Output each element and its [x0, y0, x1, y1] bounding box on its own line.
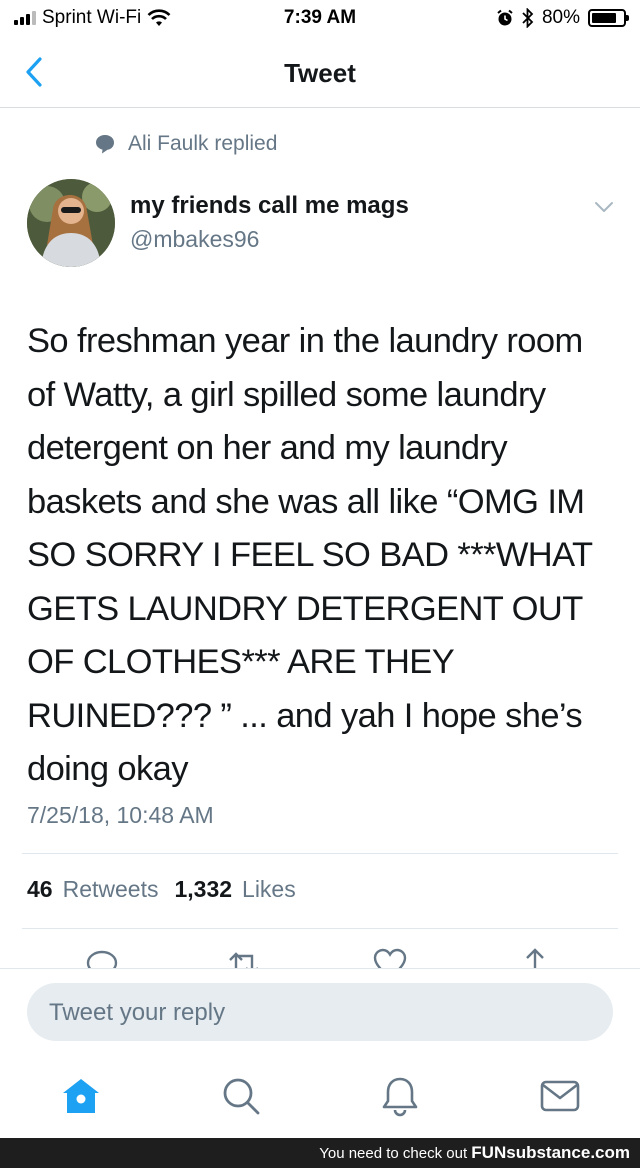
watermark-prefix: You need to check out — [319, 1145, 468, 1162]
author-name[interactable]: my friends call me mags — [130, 192, 409, 220]
battery-fill — [592, 13, 616, 23]
divider — [22, 928, 618, 929]
reply-input-placeholder[interactable]: Tweet your reply — [49, 999, 225, 1027]
share-icon[interactable] — [517, 946, 553, 968]
status-right: 80% — [496, 7, 629, 29]
reply-context: Ali Faulk replied — [94, 132, 277, 156]
avatar[interactable] — [27, 179, 115, 267]
home-icon[interactable] — [59, 1074, 103, 1118]
nav-bar: Tweet — [0, 36, 640, 108]
heart-icon[interactable] — [372, 946, 408, 968]
tweet-text: So freshman year in the laundry room of … — [27, 322, 593, 788]
mail-icon[interactable] — [538, 1074, 582, 1118]
divider — [22, 853, 618, 854]
speech-bubble-icon — [96, 135, 114, 154]
author-handle[interactable]: @mbakes96 — [130, 226, 259, 253]
watermark-banner: You need to check out FUNsubstance.com — [0, 1138, 640, 1168]
tweet-stats: 46 Retweets 1,332 Likes — [27, 876, 302, 903]
action-row — [0, 940, 640, 968]
status-bar: Sprint Wi-Fi 7:39 AM 80% — [0, 0, 640, 36]
likes-label[interactable]: Likes — [242, 876, 296, 903]
reply-icon[interactable] — [84, 946, 120, 968]
watermark-brand: FUNsubstance.com — [471, 1143, 630, 1162]
replied-label[interactable]: Ali Faulk replied — [128, 132, 277, 156]
retweet-icon[interactable] — [226, 946, 262, 968]
battery-percent: 80% — [541, 7, 580, 28]
bluetooth-icon — [522, 8, 534, 28]
search-icon[interactable] — [219, 1074, 263, 1118]
chevron-down-icon[interactable] — [594, 200, 614, 214]
battery-icon — [588, 9, 629, 27]
retweets-count[interactable]: 46 — [27, 876, 53, 903]
avatar-photo — [27, 179, 115, 267]
reply-box[interactable]: Tweet your reply — [27, 983, 613, 1041]
divider — [0, 968, 640, 969]
alarm-icon — [497, 9, 513, 26]
page-title: Tweet — [284, 58, 356, 88]
likes-count[interactable]: 1,332 — [174, 876, 232, 903]
retweets-label[interactable]: Retweets — [63, 876, 159, 903]
tab-bar — [0, 1062, 640, 1138]
bell-icon[interactable] — [378, 1074, 422, 1118]
tweet-timestamp: 7/25/18, 10:48 AM — [27, 802, 214, 828]
